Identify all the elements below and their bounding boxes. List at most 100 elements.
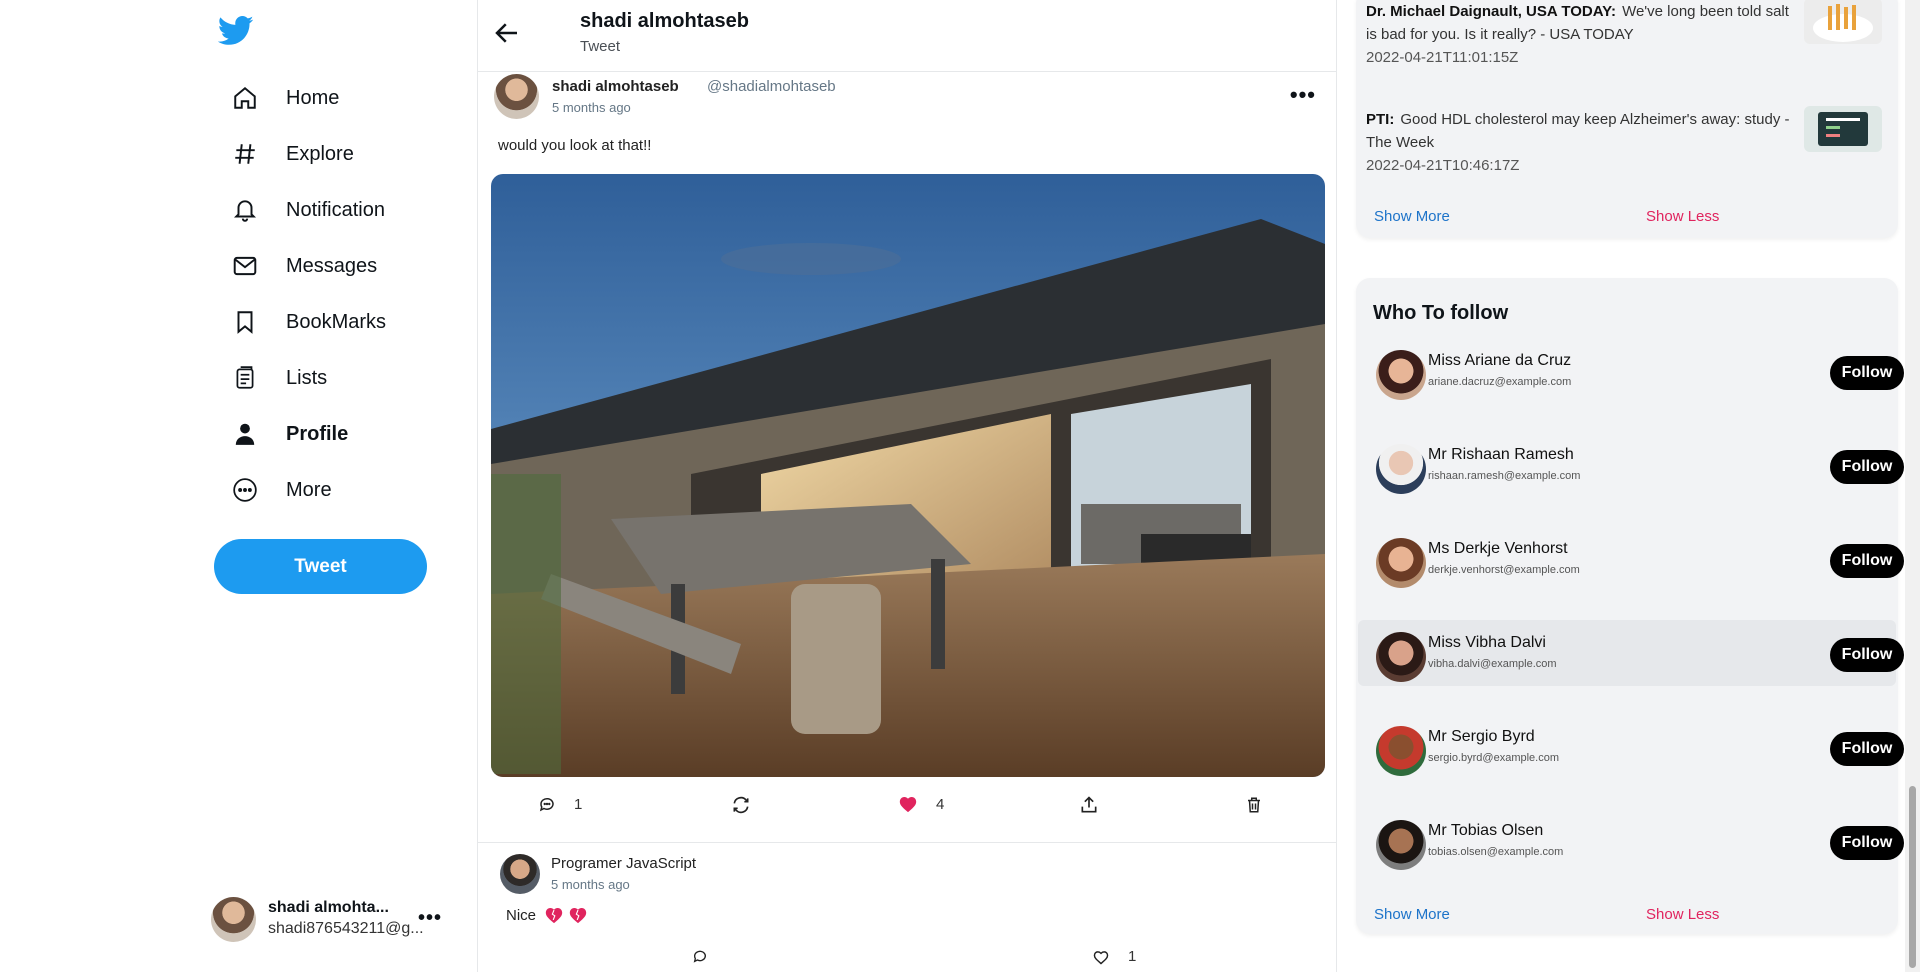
nav-label: BookMarks <box>286 310 387 333</box>
show-less-link[interactable]: Show Less <box>1646 208 1719 225</box>
user-email: sergio.byrd@example.com <box>1428 752 1559 764</box>
post-image[interactable] <box>491 174 1325 777</box>
avatar[interactable] <box>494 74 539 119</box>
account-email: shadi876543211@g... <box>268 920 424 937</box>
news-headline: Good HDL cholesterol may keep Alzheimer'… <box>1366 111 1790 151</box>
tweet-button[interactable]: Tweet <box>214 539 427 594</box>
show-more-link[interactable]: Show More <box>1374 208 1450 225</box>
nav-label: Lists <box>286 366 328 389</box>
trash-icon <box>1248 797 1260 813</box>
list-icon <box>230 363 260 393</box>
like-count: 4 <box>936 795 945 813</box>
follow-button[interactable]: Follow <box>1830 356 1904 390</box>
follow-button[interactable]: Follow <box>1830 826 1904 860</box>
main-column: shadi almohtaseb Tweet shadi almohtaseb … <box>478 0 1337 972</box>
comment-icon <box>539 797 554 812</box>
mail-icon <box>230 251 260 281</box>
page-scrollbar[interactable] <box>1905 0 1920 972</box>
user-email: rishaan.ramesh@example.com <box>1428 470 1581 482</box>
nav-notification[interactable]: Notification <box>230 182 386 238</box>
nav-bookmarks[interactable]: BookMarks <box>230 294 386 350</box>
panel-title: Who To follow <box>1373 302 1509 324</box>
post-actions: 1 4 <box>478 795 1336 825</box>
avatar <box>1376 820 1426 870</box>
follow-suggestion[interactable]: Miss Vibha Dalvi vibha.dalvi@example.com… <box>1358 620 1904 686</box>
news-item[interactable]: Dr. Michael Daignault, USA TODAY: We've l… <box>1366 0 1796 69</box>
follow-button[interactable]: Follow <box>1830 638 1904 672</box>
who-to-follow-panel: Who To follow Miss Ariane da Cruz ariane… <box>1356 278 1904 934</box>
divider <box>478 842 1336 843</box>
page-header: shadi almohtaseb Tweet <box>478 0 1336 72</box>
user-name: Ms Derkje Venhorst <box>1428 540 1568 557</box>
hash-icon <box>230 139 260 169</box>
user-email: vibha.dalvi@example.com <box>1428 658 1557 670</box>
back-arrow-icon[interactable] <box>492 18 522 48</box>
follow-suggestion[interactable]: Miss Ariane da Cruz ariane.dacruz@exampl… <box>1358 338 1904 404</box>
news-date: 2022-04-21T10:46:17Z <box>1366 157 1520 174</box>
reply-comment-action[interactable] <box>692 948 726 964</box>
delete-action[interactable] <box>1245 795 1281 815</box>
show-more-link[interactable]: Show More <box>1374 906 1450 923</box>
user-name: Miss Ariane da Cruz <box>1428 352 1572 369</box>
account-name: shadi almohta... <box>268 899 389 916</box>
comment-icon <box>693 950 706 963</box>
post-menu-icon[interactable]: ••• <box>1290 82 1316 108</box>
reply-action[interactable]: 1 <box>538 795 582 813</box>
nav-label: Home <box>286 86 340 109</box>
nav-label: Messages <box>286 254 378 277</box>
avatar <box>1376 632 1426 682</box>
page-subtitle: Tweet <box>580 38 621 55</box>
show-less-link[interactable]: Show Less <box>1646 906 1719 923</box>
retweet-icon <box>733 796 749 814</box>
left-sidebar: Home Explore Notification Messages BookM… <box>0 0 478 972</box>
avatar <box>1376 350 1426 400</box>
nav-label: Profile <box>286 422 349 445</box>
follow-suggestion[interactable]: Ms Derkje Venhorst derkje.venhorst@examp… <box>1358 526 1904 592</box>
scrollbar-thumb[interactable] <box>1909 786 1916 968</box>
heart-outline-icon <box>1093 950 1109 965</box>
nav-more[interactable]: More <box>230 462 386 518</box>
news-source: PTI: <box>1366 111 1395 128</box>
more-circle-icon <box>230 475 260 505</box>
nav-label: Notification <box>286 198 385 221</box>
user-email: tobias.olsen@example.com <box>1428 846 1564 858</box>
account-switcher[interactable]: shadi almohta... shadi876543211@g... ••• <box>211 894 451 944</box>
follow-suggestion[interactable]: Mr Tobias Olsen tobias.olsen@example.com… <box>1358 808 1904 874</box>
like-action[interactable]: 4 <box>898 795 944 813</box>
reply-timestamp: 5 months ago <box>551 877 630 892</box>
post-handle[interactable]: @shadialmohtaseb <box>707 78 836 95</box>
nav-profile[interactable]: Profile <box>230 406 386 462</box>
nav-explore[interactable]: Explore <box>230 126 386 182</box>
broken-heart-emoji-icon <box>545 908 563 924</box>
avatar[interactable] <box>500 854 540 894</box>
reply-like-action[interactable]: 1 <box>1092 948 1136 965</box>
follow-suggestion[interactable]: Mr Sergio Byrd sergio.byrd@example.com F… <box>1358 714 1904 780</box>
user-name: Mr Rishaan Ramesh <box>1428 446 1574 463</box>
follow-button[interactable]: Follow <box>1830 544 1904 578</box>
follow-button[interactable]: Follow <box>1830 450 1904 484</box>
follow-suggestion[interactable]: Mr Rishaan Ramesh rishaan.ramesh@example… <box>1358 432 1904 498</box>
news-thumbnail[interactable] <box>1804 0 1882 44</box>
nav-home[interactable]: Home <box>230 70 386 126</box>
page-title: shadi almohtaseb <box>580 10 749 32</box>
news-item[interactable]: PTI: Good HDL cholesterol may keep Alzhei… <box>1366 108 1796 177</box>
news-panel: Dr. Michael Daignault, USA TODAY: We've l… <box>1356 0 1898 238</box>
post-text: would you look at that!! <box>498 137 652 154</box>
avatar <box>1376 444 1426 494</box>
news-thumbnail[interactable] <box>1804 106 1882 152</box>
nav-messages[interactable]: Messages <box>230 238 386 294</box>
reply-like-count: 1 <box>1128 948 1137 965</box>
twitter-logo-icon[interactable] <box>218 16 254 46</box>
retweet-action[interactable] <box>730 795 770 815</box>
follow-button[interactable]: Follow <box>1830 732 1904 766</box>
post-author[interactable]: shadi almohtaseb <box>552 78 679 95</box>
reply-actions: 1 <box>478 946 1336 972</box>
nav-label: More <box>286 478 332 501</box>
post-header: shadi almohtaseb @shadialmohtaseb 5 mont… <box>494 72 1324 122</box>
avatar <box>1376 538 1426 588</box>
nav-lists[interactable]: Lists <box>230 350 386 406</box>
account-menu-icon[interactable]: ••• <box>418 907 442 930</box>
user-email: ariane.dacruz@example.com <box>1428 376 1572 388</box>
share-action[interactable] <box>1079 795 1117 815</box>
reply-author[interactable]: Programer JavaScript <box>551 855 696 872</box>
